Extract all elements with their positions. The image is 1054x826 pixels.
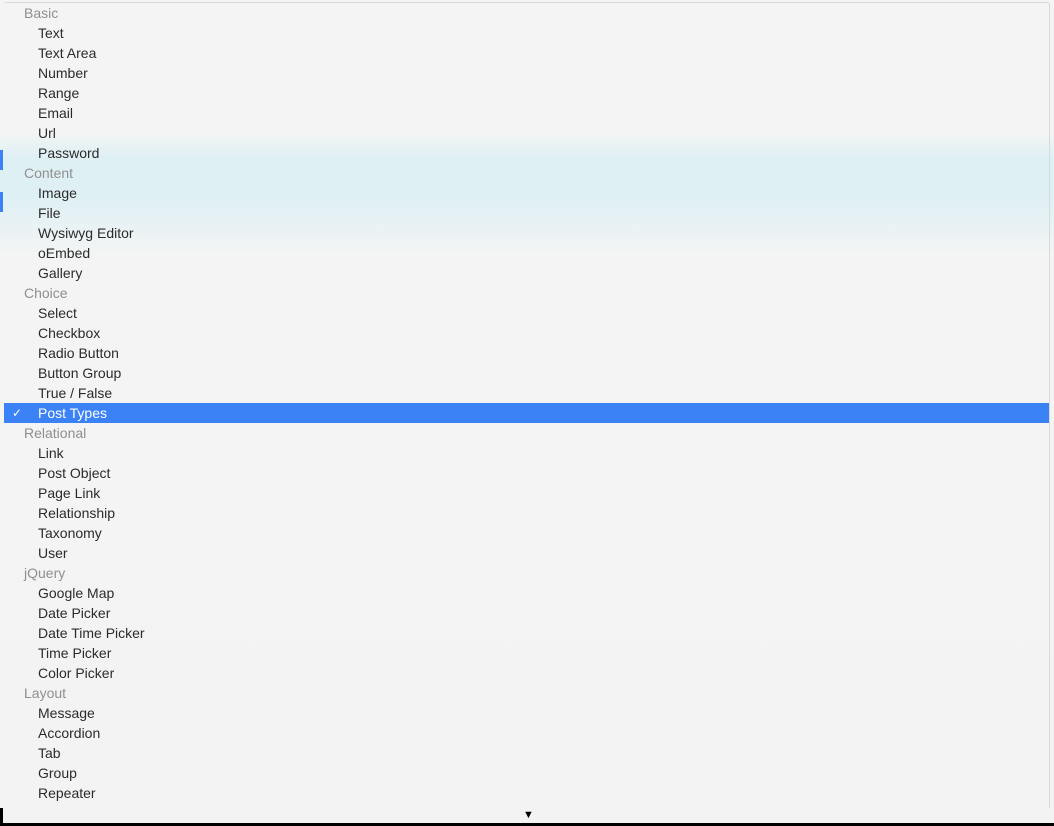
option-date-picker[interactable]: ✓ Date Picker	[4, 603, 1049, 623]
optgroup-layout: ✓ Layout	[4, 683, 1049, 703]
option-button-group[interactable]: ✓ Button Group	[4, 363, 1049, 383]
option-label: Taxonomy	[38, 523, 1049, 543]
option-label: Date Picker	[38, 603, 1049, 623]
option-relationship[interactable]: ✓ Relationship	[4, 503, 1049, 523]
optgroup-content: ✓ Content	[4, 163, 1049, 183]
option-post-types[interactable]: ✓ Post Types	[4, 403, 1049, 423]
option-google-map[interactable]: ✓ Google Map	[4, 583, 1049, 603]
optgroup-basic: ✓ Basic	[4, 3, 1049, 23]
option-label: Post Object	[38, 463, 1049, 483]
option-message[interactable]: ✓ Message	[4, 703, 1049, 723]
dropdown-scroll-down-indicator[interactable]: ▼	[0, 808, 1054, 826]
optgroup-choice: ✓ Choice	[4, 283, 1049, 303]
option-label: True / False	[38, 383, 1049, 403]
option-label: Group	[38, 763, 1049, 783]
option-link[interactable]: ✓ Link	[4, 443, 1049, 463]
optgroup-label: Basic	[24, 3, 1049, 23]
option-gallery[interactable]: ✓ Gallery	[4, 263, 1049, 283]
option-date-time-picker[interactable]: ✓ Date Time Picker	[4, 623, 1049, 643]
option-select[interactable]: ✓ Select	[4, 303, 1049, 323]
option-accordion[interactable]: ✓ Accordion	[4, 723, 1049, 743]
option-label: Range	[38, 83, 1049, 103]
option-range[interactable]: ✓ Range	[4, 83, 1049, 103]
option-label: Gallery	[38, 263, 1049, 283]
option-number[interactable]: ✓ Number	[4, 63, 1049, 83]
option-group[interactable]: ✓ Group	[4, 763, 1049, 783]
option-label: Number	[38, 63, 1049, 83]
field-type-dropdown[interactable]: ✓ Basic ✓ Text ✓ Text Area ✓ Number ✓ Ra…	[4, 2, 1050, 822]
option-label: Accordion	[38, 723, 1049, 743]
option-email[interactable]: ✓ Email	[4, 103, 1049, 123]
option-label: Button Group	[38, 363, 1049, 383]
option-label: Radio Button	[38, 343, 1049, 363]
option-label: Checkbox	[38, 323, 1049, 343]
option-wysiwyg-editor[interactable]: ✓ Wysiwyg Editor	[4, 223, 1049, 243]
option-label: Google Map	[38, 583, 1049, 603]
option-label: Url	[38, 123, 1049, 143]
option-file[interactable]: ✓ File	[4, 203, 1049, 223]
option-page-link[interactable]: ✓ Page Link	[4, 483, 1049, 503]
check-icon: ✓	[12, 403, 38, 423]
option-label: User	[38, 543, 1049, 563]
option-radio-button[interactable]: ✓ Radio Button	[4, 343, 1049, 363]
option-color-picker[interactable]: ✓ Color Picker	[4, 663, 1049, 683]
option-password[interactable]: ✓ Password	[4, 143, 1049, 163]
option-label: Page Link	[38, 483, 1049, 503]
option-label: Message	[38, 703, 1049, 723]
option-label: Text Area	[38, 43, 1049, 63]
option-post-object[interactable]: ✓ Post Object	[4, 463, 1049, 483]
optgroup-label: jQuery	[24, 563, 1049, 583]
left-edge-marker	[0, 150, 3, 170]
option-checkbox[interactable]: ✓ Checkbox	[4, 323, 1049, 343]
option-time-picker[interactable]: ✓ Time Picker	[4, 643, 1049, 663]
option-label: Post Types	[38, 403, 1049, 423]
option-label: Wysiwyg Editor	[38, 223, 1049, 243]
option-text[interactable]: ✓ Text	[4, 23, 1049, 43]
option-repeater[interactable]: ✓ Repeater	[4, 783, 1049, 803]
option-label: Link	[38, 443, 1049, 463]
option-true-false[interactable]: ✓ True / False	[4, 383, 1049, 403]
optgroup-label: Choice	[24, 283, 1049, 303]
option-url[interactable]: ✓ Url	[4, 123, 1049, 143]
option-label: Password	[38, 143, 1049, 163]
option-label: oEmbed	[38, 243, 1049, 263]
option-label: File	[38, 203, 1049, 223]
optgroup-label: Content	[24, 163, 1049, 183]
option-label: Email	[38, 103, 1049, 123]
chevron-down-icon: ▼	[523, 809, 534, 821]
option-taxonomy[interactable]: ✓ Taxonomy	[4, 523, 1049, 543]
option-label: Date Time Picker	[38, 623, 1049, 643]
option-image[interactable]: ✓ Image	[4, 183, 1049, 203]
option-label: Image	[38, 183, 1049, 203]
optgroup-label: Layout	[24, 683, 1049, 703]
option-label: Text	[38, 23, 1049, 43]
option-label: Tab	[38, 743, 1049, 763]
optgroup-label: Relational	[24, 423, 1049, 443]
option-label: Select	[38, 303, 1049, 323]
optgroup-relational: ✓ Relational	[4, 423, 1049, 443]
option-oembed[interactable]: ✓ oEmbed	[4, 243, 1049, 263]
option-label: Repeater	[38, 783, 1049, 803]
option-text-area[interactable]: ✓ Text Area	[4, 43, 1049, 63]
option-label: Time Picker	[38, 643, 1049, 663]
left-edge-marker	[0, 192, 3, 212]
option-label: Color Picker	[38, 663, 1049, 683]
option-tab[interactable]: ✓ Tab	[4, 743, 1049, 763]
option-user[interactable]: ✓ User	[4, 543, 1049, 563]
optgroup-jquery: ✓ jQuery	[4, 563, 1049, 583]
option-label: Relationship	[38, 503, 1049, 523]
